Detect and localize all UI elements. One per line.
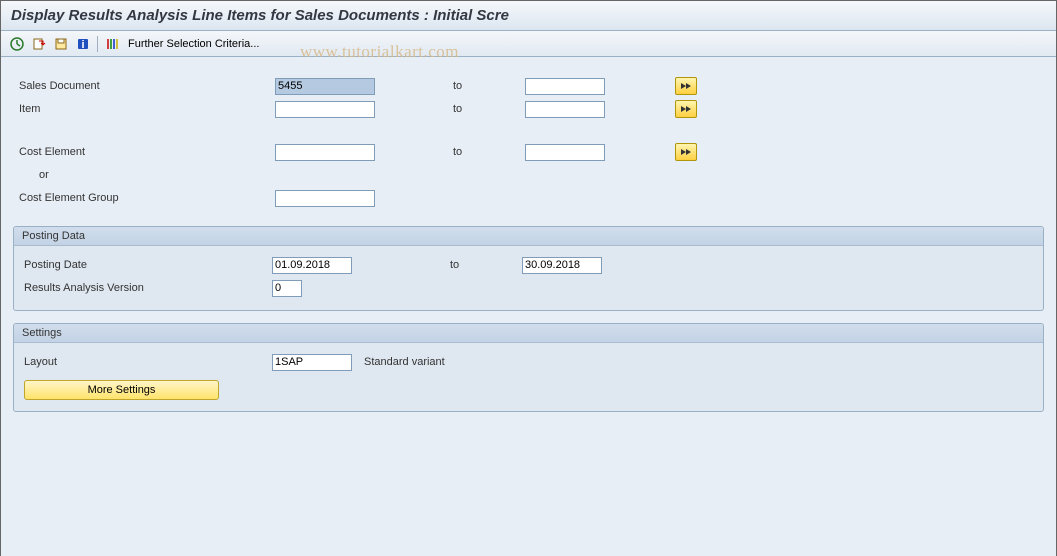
sales-document-multi-icon[interactable]	[675, 77, 697, 95]
settings-group: Settings Layout Standard variant More Se…	[13, 323, 1044, 412]
variant-get-icon[interactable]	[29, 35, 49, 53]
cost-element-to-input[interactable]	[525, 144, 605, 161]
item-to-input[interactable]	[525, 101, 605, 118]
further-selection-button[interactable]: Further Selection Criteria...	[124, 36, 263, 52]
selection-options-icon[interactable]	[102, 35, 122, 53]
info-icon[interactable]: i	[73, 35, 93, 53]
save-icon[interactable]	[51, 35, 71, 53]
item-multi-icon[interactable]	[675, 100, 697, 118]
layout-variant-text: Standard variant	[364, 356, 445, 368]
execute-icon[interactable]	[7, 35, 27, 53]
page-title: Display Results Analysis Line Items for …	[1, 1, 1056, 31]
sales-document-to-label: to	[445, 80, 525, 92]
ra-version-label: Results Analysis Version	[20, 282, 272, 294]
posting-date-label: Posting Date	[20, 259, 272, 271]
or-label: or	[15, 169, 275, 181]
posting-data-group: Posting Data Posting Date to Results Ana…	[13, 226, 1044, 311]
layout-label: Layout	[20, 356, 272, 368]
item-label: Item	[15, 103, 275, 115]
cost-element-group-label: Cost Element Group	[15, 192, 275, 204]
cost-element-from-input[interactable]	[275, 144, 375, 161]
item-to-label: to	[445, 103, 525, 115]
posting-date-to-label: to	[442, 259, 522, 271]
layout-input[interactable]	[272, 354, 352, 371]
posting-data-title: Posting Data	[14, 227, 1043, 246]
posting-date-from-input[interactable]	[272, 257, 352, 274]
sales-document-label: Sales Document	[15, 80, 275, 92]
cost-element-to-label: to	[445, 146, 525, 158]
cost-element-multi-icon[interactable]	[675, 143, 697, 161]
cost-element-label: Cost Element	[15, 146, 275, 158]
sales-document-from-input[interactable]	[275, 78, 375, 95]
item-from-input[interactable]	[275, 101, 375, 118]
sales-document-to-input[interactable]	[525, 78, 605, 95]
settings-title: Settings	[14, 324, 1043, 343]
toolbar: i Further Selection Criteria...	[1, 31, 1056, 57]
ra-version-input[interactable]	[272, 280, 302, 297]
more-settings-button[interactable]: More Settings	[24, 380, 219, 400]
cost-element-group-input[interactable]	[275, 190, 375, 207]
posting-date-to-input[interactable]	[522, 257, 602, 274]
svg-text:i: i	[81, 39, 84, 51]
